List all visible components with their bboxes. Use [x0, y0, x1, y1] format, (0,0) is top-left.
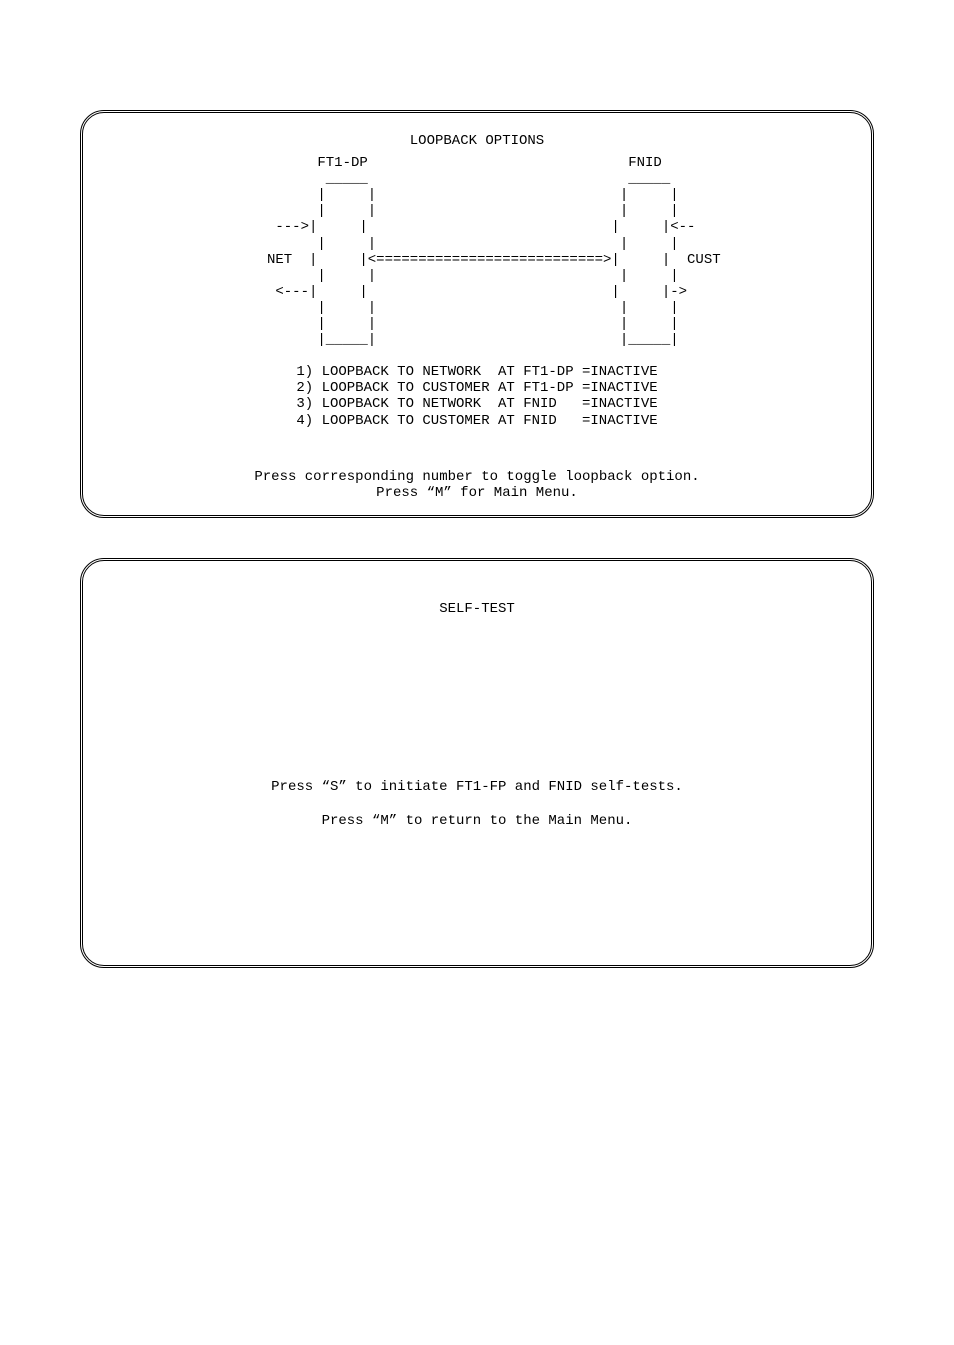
loopback-instruction-1: Press corresponding number to toggle loo…: [107, 469, 847, 485]
loopback-option-2: 2) LOOPBACK TO CUSTOMER AT FT1-DP =INACT…: [296, 380, 657, 396]
loopback-title: LOOPBACK OPTIONS: [107, 133, 847, 149]
loopback-options-panel: LOOPBACK OPTIONS FT1-DP FNID _____ _____…: [80, 110, 874, 518]
self-test-panel: SELF-TEST Press “S” to initiate FT1-FP a…: [80, 558, 874, 968]
loopback-diagram: FT1-DP FNID _____ _____ | | | | | | |: [233, 155, 720, 348]
self-test-line-2: Press “M” to return to the Main Menu.: [107, 813, 847, 829]
loopback-option-3: 3) LOOPBACK TO NETWORK AT FNID =INACTIVE: [296, 396, 657, 412]
self-test-line-1: Press “S” to initiate FT1-FP and FNID se…: [107, 779, 847, 795]
loopback-options-list: 1) LOOPBACK TO NETWORK AT FT1-DP =INACTI…: [107, 364, 847, 428]
loopback-instruction-2: Press “M” for Main Menu.: [107, 485, 847, 501]
loopback-option-4: 4) LOOPBACK TO CUSTOMER AT FNID =INACTIV…: [296, 413, 657, 429]
loopback-option-1: 1) LOOPBACK TO NETWORK AT FT1-DP =INACTI…: [296, 364, 657, 380]
loopback-instructions: Press corresponding number to toggle loo…: [107, 469, 847, 501]
self-test-title: SELF-TEST: [107, 601, 847, 617]
